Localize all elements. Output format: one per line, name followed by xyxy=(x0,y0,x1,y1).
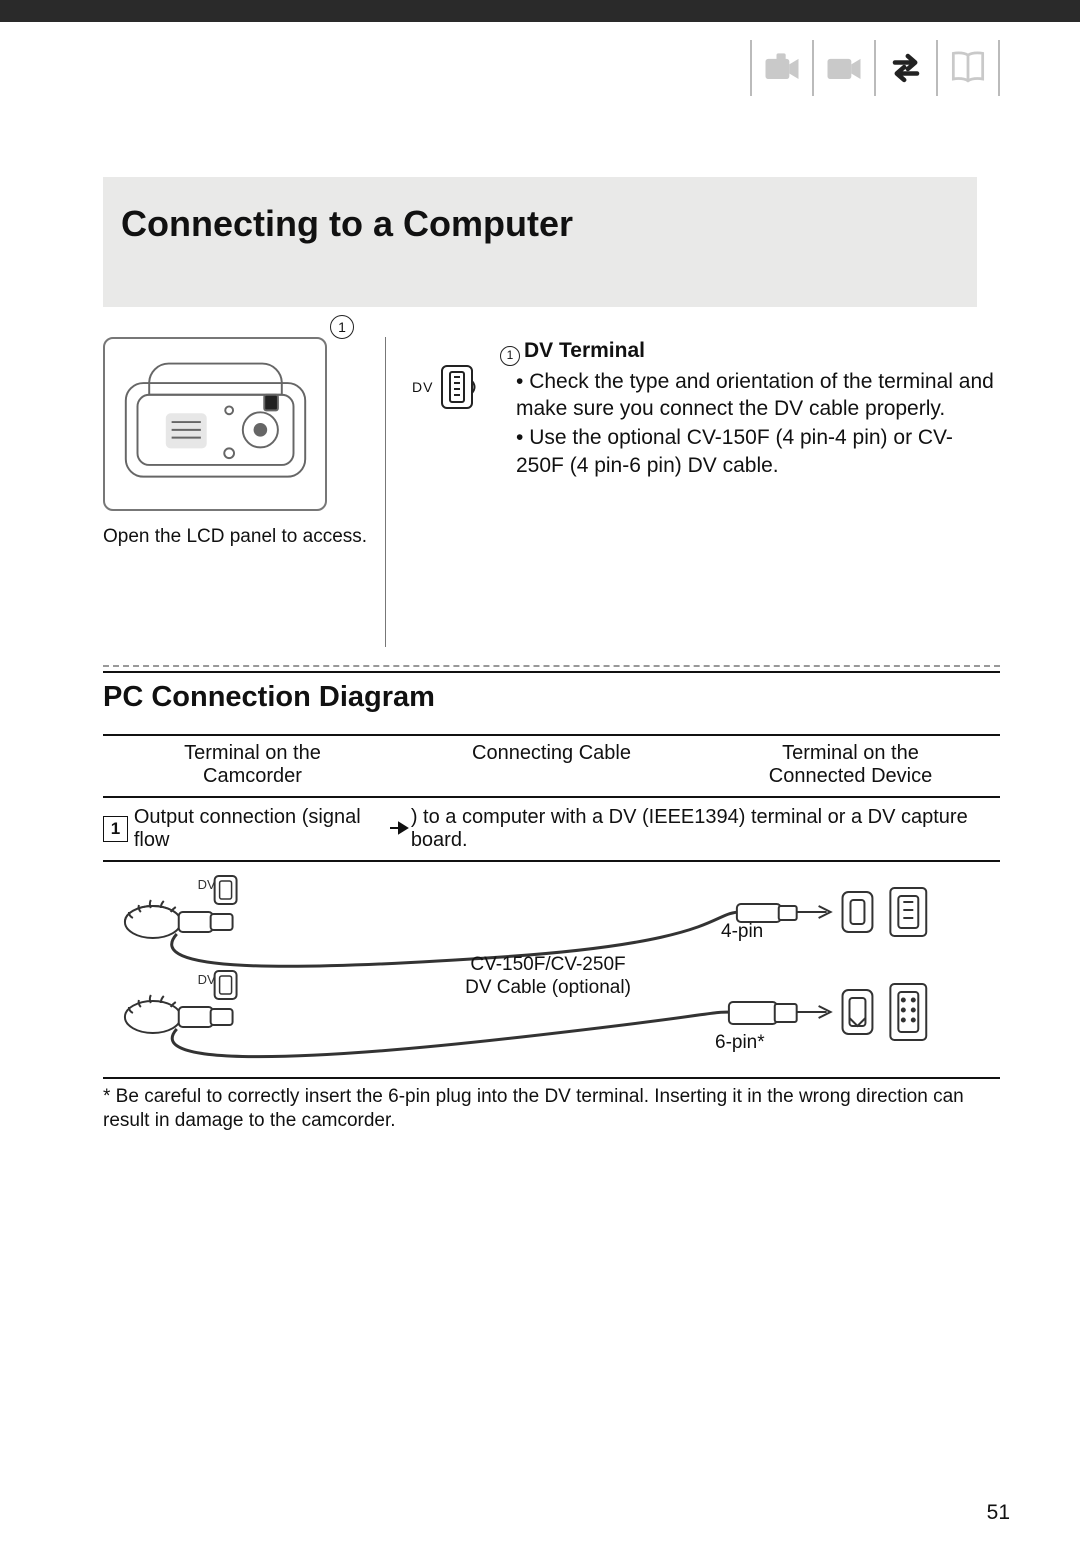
signal-flow-arrow-icon xyxy=(389,818,411,841)
pin6-label: 6-pin* xyxy=(715,1032,765,1055)
section-title-band: Connecting to a Computer xyxy=(103,177,977,307)
lcd-caption: Open the LCD panel to access. xyxy=(103,525,373,550)
mode-icon-row xyxy=(748,38,1002,98)
diagram-header-row: Terminal on the Camcorder Connecting Cab… xyxy=(103,734,1000,798)
camcorder-illustration xyxy=(103,337,327,511)
play-mode-icon xyxy=(816,40,872,96)
dashed-divider xyxy=(103,665,1000,667)
diagram-heading: PC Connection Diagram xyxy=(103,681,1080,714)
dv-port-illustration: DV xyxy=(412,365,477,409)
callout-number-1: 1 xyxy=(330,315,354,339)
transfer-mode-icon xyxy=(878,40,934,96)
terminal-section: Open the LCD panel to access. DV 1DV Ter… xyxy=(103,337,1000,647)
vertical-divider xyxy=(385,337,386,647)
col-head-camcorder: Terminal on the Camcorder xyxy=(103,742,402,788)
dv-label-small: DV xyxy=(198,877,216,892)
terminal-text: 1DV Terminal Check the type and orientat… xyxy=(500,337,1000,481)
cable-illustration: DV xyxy=(103,862,1000,1079)
col-head-device: Terminal on the Connected Device xyxy=(701,742,1000,788)
page-top-bar xyxy=(0,0,1080,22)
dv-label: DV xyxy=(412,379,433,395)
circled-one-icon: 1 xyxy=(500,346,520,366)
terminal-heading: DV Terminal xyxy=(524,339,645,362)
col-head-cable: Connecting Cable xyxy=(402,742,701,788)
pin4-label: 4-pin xyxy=(721,921,763,944)
manual-book-icon xyxy=(940,40,996,96)
page-number: 51 xyxy=(987,1501,1010,1525)
page-title: Connecting to a Computer xyxy=(121,203,959,245)
terminal-bullet: Use the optional CV-150F (4 pin-4 pin) o… xyxy=(516,424,1000,479)
cable-model-label: CV-150F/CV-250F DV Cable (optional) xyxy=(433,954,663,1000)
connection-diagram: Terminal on the Camcorder Connecting Cab… xyxy=(103,734,1000,1079)
camera-mode-icon xyxy=(754,40,810,96)
terminal-bullet: Check the type and orientation of the te… xyxy=(516,368,1000,423)
diagram-row-description: 1 Output connection (signal flow ) to a … xyxy=(103,798,1000,862)
solid-divider xyxy=(103,671,1000,673)
row-number-box: 1 xyxy=(103,816,128,842)
svg-text:DV: DV xyxy=(198,972,216,987)
diagram-footnote: * Be careful to correctly insert the 6-p… xyxy=(103,1085,1000,1133)
